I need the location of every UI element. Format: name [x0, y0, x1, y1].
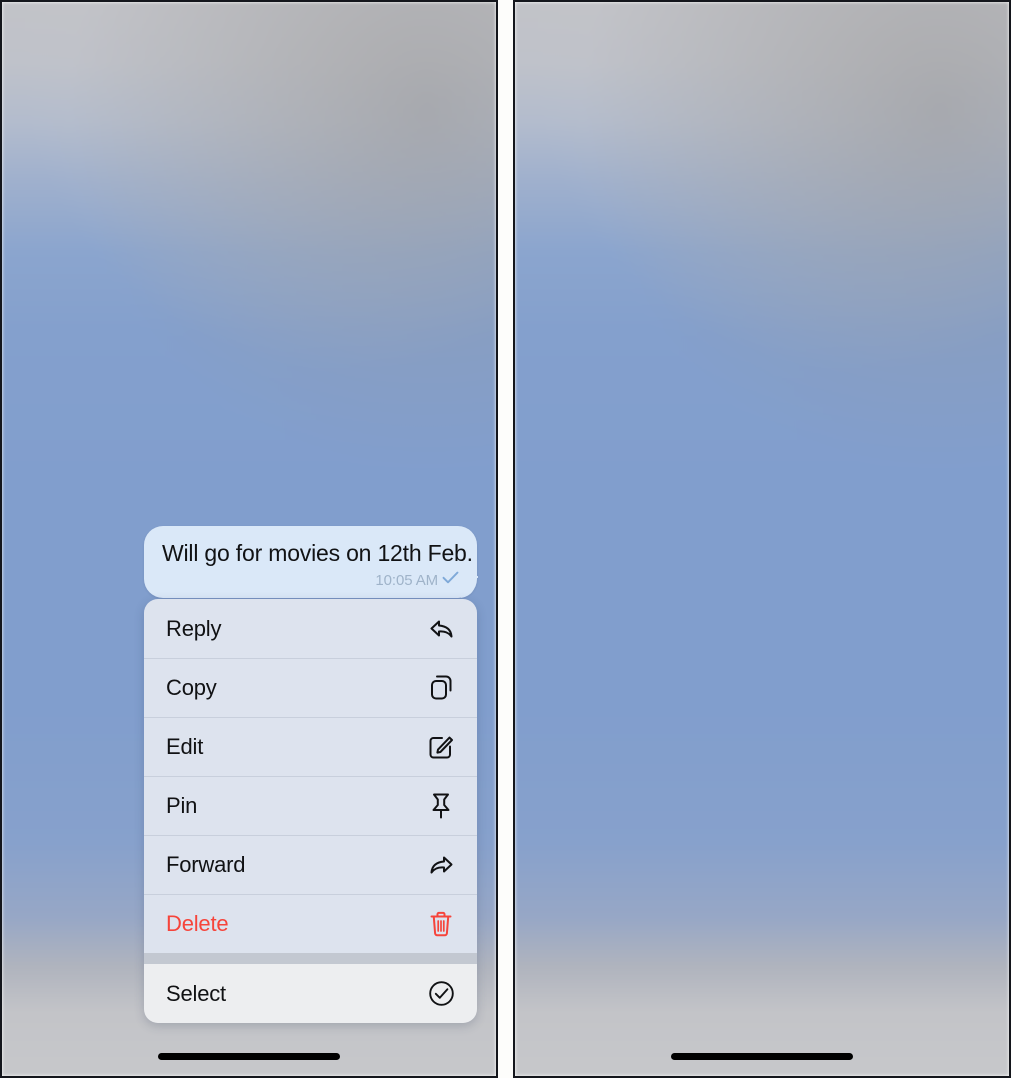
- phone-screen-right: Copy Look Up Share Will go for movies on…: [513, 0, 1011, 1078]
- wallpaper-background: [515, 2, 1009, 1076]
- copy-pages-icon: [426, 673, 456, 703]
- menu-item-label: Forward: [166, 851, 246, 877]
- check-circle-icon: [426, 979, 456, 1009]
- menu-item-delete[interactable]: Delete: [144, 894, 477, 953]
- menu-item-forward[interactable]: Forward: [144, 835, 477, 894]
- checkmark-icon: [442, 571, 459, 589]
- pencil-square-icon: [426, 732, 456, 762]
- message-bubble[interactable]: Will go for movies on 12th Feb. 10:05 AM: [144, 526, 477, 598]
- message-meta: 10:05 AM: [162, 571, 459, 589]
- menu-item-pin[interactable]: Pin: [144, 776, 477, 835]
- context-menu[interactable]: Reply Copy Edit Pin Forward Delete Selec…: [144, 599, 477, 1023]
- context-menu-secondary-group: Select: [144, 964, 477, 1023]
- forward-arrow-icon: [426, 850, 456, 880]
- menu-item-reply[interactable]: Reply: [144, 599, 477, 658]
- menu-item-copy[interactable]: Copy: [144, 658, 477, 717]
- menu-item-label: Edit: [166, 733, 204, 759]
- message-text: Will go for movies on 12th Feb.: [162, 540, 473, 566]
- context-menu-primary-group: Reply Copy Edit Pin Forward Delete: [144, 599, 477, 953]
- menu-item-edit[interactable]: Edit: [144, 717, 477, 776]
- screenshot-stage: Will go for movies on 12th Feb. 10:05 AM…: [0, 0, 1011, 1078]
- menu-item-label: Select: [166, 980, 226, 1006]
- menu-item-label: Reply: [166, 615, 222, 641]
- message-timestamp: 10:05 AM: [375, 571, 438, 589]
- phone-screen-left: Will go for movies on 12th Feb. 10:05 AM…: [0, 0, 498, 1078]
- trash-icon: [426, 909, 456, 939]
- menu-item-select[interactable]: Select: [144, 964, 477, 1023]
- home-indicator: [158, 1053, 340, 1060]
- home-indicator: [671, 1053, 853, 1060]
- bubble-tail: [461, 576, 483, 598]
- context-menu-divider: [144, 953, 477, 964]
- pushpin-icon: [426, 791, 456, 821]
- menu-item-label: Pin: [166, 792, 198, 818]
- menu-item-label: Delete: [166, 910, 229, 936]
- reply-arrow-icon: [426, 614, 456, 644]
- menu-item-label: Copy: [166, 674, 217, 700]
